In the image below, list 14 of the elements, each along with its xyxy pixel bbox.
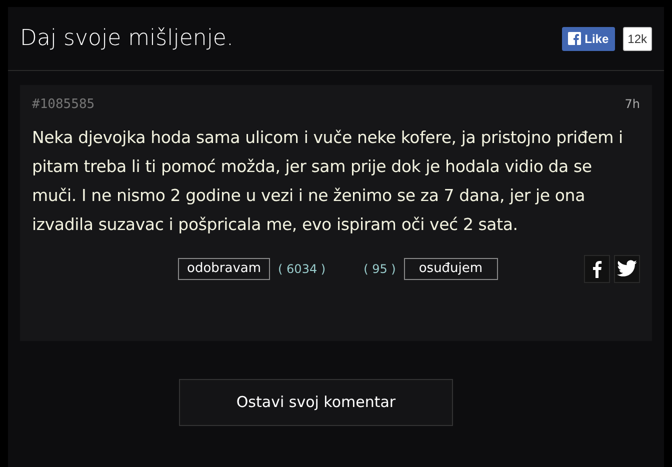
approve-button[interactable]: odobravam (178, 258, 270, 280)
twitter-share-icon[interactable] (614, 254, 640, 282)
approve-count: ( 6034 ) (278, 260, 326, 278)
post-id: #1085585 (32, 96, 95, 114)
condemn-button[interactable]: osuđujem (404, 258, 498, 280)
post-time: 7h (624, 96, 640, 113)
like-button[interactable]: Like (562, 26, 615, 50)
like-count: 12k (622, 26, 652, 50)
condemn-count: ( 95 ) (364, 260, 396, 278)
post-text: Neka djevojka hoda sama ulicom i vuče neke kofere, ja pristojno priđem i pitam treba li ti pomoć možda, jer sam prije dok je hodala vidio da se muči. I ne nismo 2 godine u vezi i ne ženimo se za 7 dana, jer je ona izvadila suzavac i pošpricala me, evo ispiram oči već 2 sata. (32, 126, 624, 236)
comment-button[interactable]: Ostavi svoj komentar (179, 379, 453, 426)
facebook-share-icon[interactable] (584, 254, 610, 282)
facebook-icon (568, 32, 581, 45)
page-title: Daj svoje mišljenje. (20, 25, 234, 53)
